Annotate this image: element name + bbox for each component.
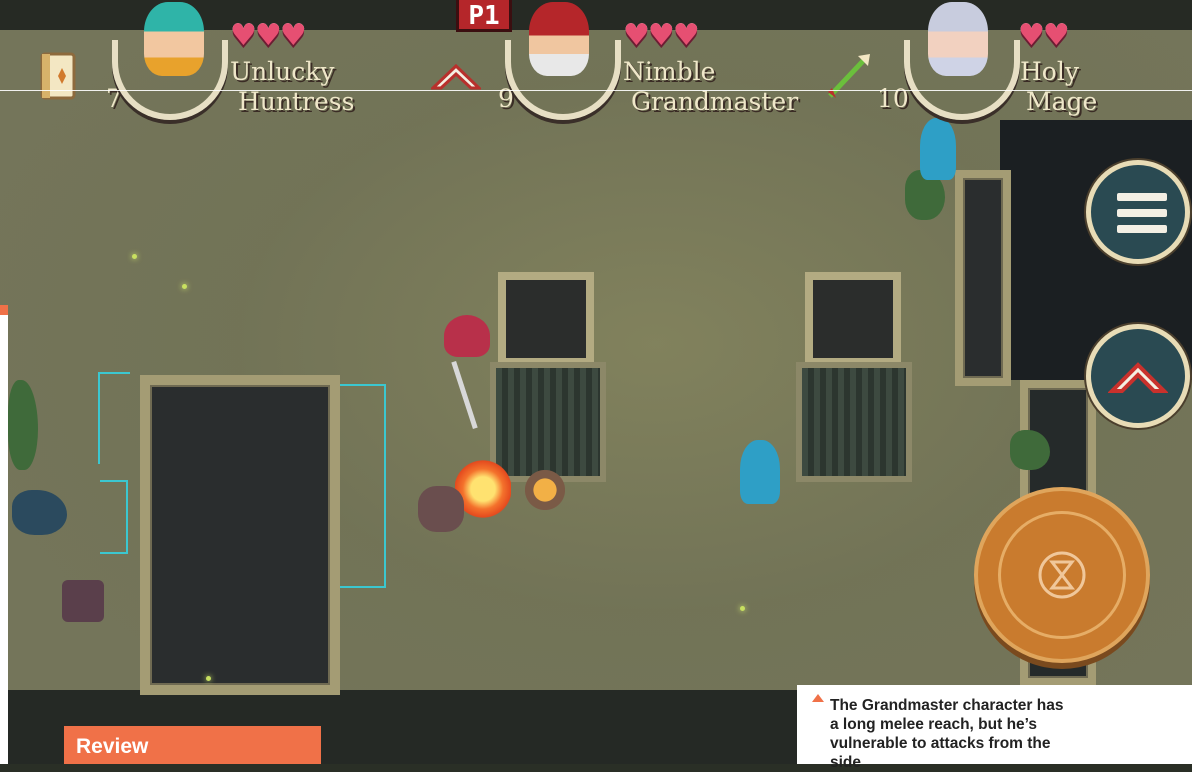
ghost-enemy <box>920 118 956 180</box>
caption-arrow-icon <box>812 694 824 702</box>
heart-icon: ♥ <box>230 18 257 53</box>
section-tag: Review <box>64 726 321 764</box>
health-hearts: ♥♥ <box>1018 18 1070 53</box>
character-name-first: Holy <box>1020 57 1079 86</box>
grandmaster-player <box>444 315 490 357</box>
crystal-vein <box>100 480 128 554</box>
hamburger-menu-icon <box>1117 193 1167 201</box>
menu-button[interactable] <box>1086 160 1190 264</box>
party-member-grandmaster: 9 ♥♥♥ Nimble Grandmaster <box>425 0 798 120</box>
health-hearts: ♥♥♥ <box>230 18 307 53</box>
party-member-huntress: 7 ♥♥♥ Unlucky Huntress <box>30 0 390 120</box>
grandmaster-portrait <box>529 2 589 76</box>
firefly <box>132 254 137 259</box>
hamburger-menu-icon <box>1117 225 1167 233</box>
moss-patch <box>12 490 67 535</box>
page-rule <box>0 90 1192 91</box>
character-name-second: Huntress <box>238 87 355 116</box>
firefly <box>206 676 211 681</box>
mage-portrait <box>928 2 988 76</box>
item-count: 10 <box>877 84 909 113</box>
heart-icon: ♥ <box>672 18 700 53</box>
heart-icon: ♥ <box>647 18 675 53</box>
ghost-enemy <box>740 440 780 504</box>
spear-weapon <box>451 360 478 430</box>
heart-icon: ♥ <box>254 18 282 53</box>
page-margin-accent <box>0 305 8 315</box>
brazier <box>525 470 565 510</box>
goblin-enemy <box>418 486 464 532</box>
character-name-first: Unlucky <box>230 57 335 86</box>
floor-grate <box>796 362 912 482</box>
heart-icon: ♥ <box>1018 18 1045 53</box>
heart-icon: ♥ <box>279 18 307 53</box>
heart-icon: ♥ <box>1042 18 1070 53</box>
crystal-vein <box>98 372 130 464</box>
boomerang-icon <box>429 62 483 92</box>
health-hearts: ♥♥♥ <box>623 18 700 53</box>
moss-patch <box>1010 430 1050 470</box>
caption-text: The Grandmaster character has a long mel… <box>830 697 1064 771</box>
firefly <box>740 606 745 611</box>
character-name-second: Grandmaster <box>631 87 799 116</box>
arrow-icon <box>824 52 872 100</box>
hamburger-menu-icon <box>1117 209 1167 217</box>
stone-pillar <box>805 272 901 366</box>
boomerang-icon <box>1108 362 1168 393</box>
heart-icon: ♥ <box>623 18 650 53</box>
right-wall <box>955 170 1011 386</box>
barrel <box>62 580 104 622</box>
crystal-vein <box>340 384 386 588</box>
book-icon <box>40 52 76 100</box>
page-margin-strip <box>0 305 8 764</box>
action-button[interactable] <box>974 487 1150 663</box>
character-name-second: Mage <box>1026 87 1098 116</box>
party-member-mage: 10 ♥♥ Holy Mage <box>820 0 1180 120</box>
stone-pillar <box>498 272 594 366</box>
moss-patch <box>8 380 38 470</box>
huntress-portrait <box>144 2 204 76</box>
firefly <box>182 284 187 289</box>
skill-button[interactable] <box>1086 324 1190 428</box>
hourglass-icon <box>1038 551 1086 599</box>
character-name-first: Nimble <box>623 57 716 86</box>
pit-wall <box>140 375 340 695</box>
